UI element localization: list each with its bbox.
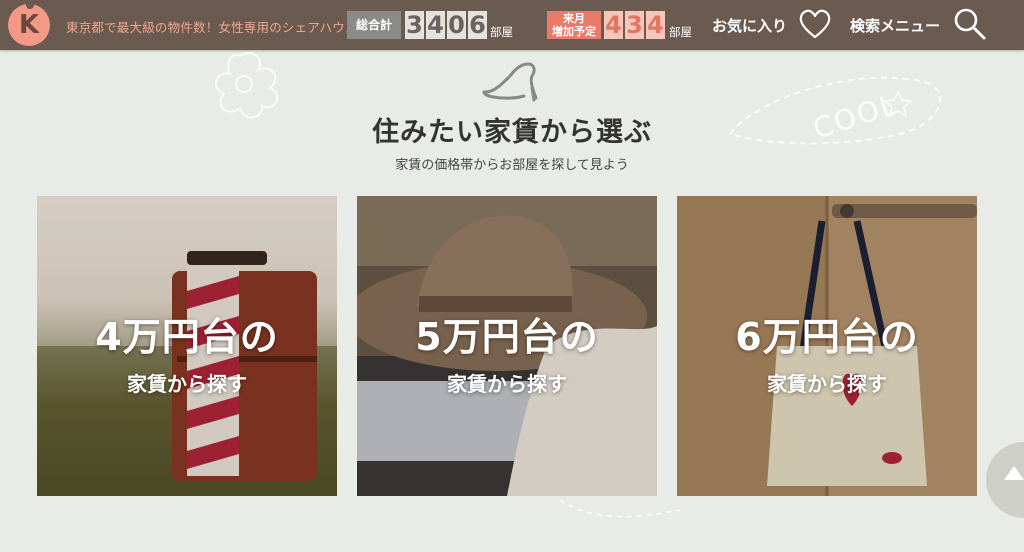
search-icon[interactable] bbox=[952, 6, 988, 42]
rent-60k-action: 家賃から探す bbox=[767, 372, 887, 396]
total-rooms-label: 総合計 bbox=[347, 11, 401, 39]
site-header: K 東京都で最大級の物件数！女性専用のシェアハウス 総合計 3 4 0 6 部屋… bbox=[0, 0, 1024, 50]
next-month-digit: 4 bbox=[604, 11, 623, 39]
next-month-label-line1: 来月 bbox=[563, 12, 585, 25]
next-month-label-line2: 増加予定 bbox=[552, 25, 596, 38]
next-month-digit: 3 bbox=[625, 11, 644, 39]
next-month-unit: 部屋 bbox=[669, 25, 692, 39]
rent-50k-action: 家賃から探す bbox=[447, 372, 567, 396]
rent-50k-price: 5万円台の bbox=[415, 315, 599, 359]
rent-40k-price: 4万円台の bbox=[95, 315, 279, 359]
section-subtitle: 家賃の価格帯からお部屋を探して見よう bbox=[395, 158, 629, 173]
rent-60k-price: 6万円台の bbox=[735, 315, 919, 359]
search-menu-link[interactable]: 検索メニュー bbox=[850, 15, 940, 36]
rent-40k-action: 家賃から探す bbox=[127, 372, 247, 396]
scroll-top-button[interactable] bbox=[986, 442, 1024, 518]
rent-60k-card[interactable]: 6万円台の 家賃から探す bbox=[677, 196, 977, 496]
heart-icon[interactable] bbox=[798, 8, 832, 40]
rent-50k-card[interactable]: 5万円台の 家賃から探す bbox=[357, 196, 657, 496]
total-rooms-digit: 0 bbox=[447, 11, 466, 39]
scroll-top-icon bbox=[1004, 466, 1024, 480]
total-rooms-digit: 6 bbox=[468, 11, 487, 39]
shoe-icon bbox=[482, 62, 538, 102]
logo-icon[interactable]: K bbox=[8, 1, 50, 46]
section-title: 住みたい家賃から選ぶ bbox=[372, 117, 652, 148]
favorites-link[interactable]: お気に入り bbox=[712, 15, 787, 36]
total-rooms-digit: 4 bbox=[426, 11, 445, 39]
next-month-digit: 4 bbox=[646, 11, 665, 39]
dashed-line-doodle-icon bbox=[560, 499, 680, 518]
total-rooms-unit: 部屋 bbox=[490, 25, 513, 39]
next-month-label: 来月 増加予定 bbox=[547, 11, 601, 39]
site-tagline: 東京都で最大級の物件数！女性専用のシェアハウス bbox=[66, 20, 358, 35]
rent-40k-card[interactable]: 4万円台の 家賃から探す bbox=[37, 196, 337, 496]
total-rooms-digit: 3 bbox=[405, 11, 424, 39]
